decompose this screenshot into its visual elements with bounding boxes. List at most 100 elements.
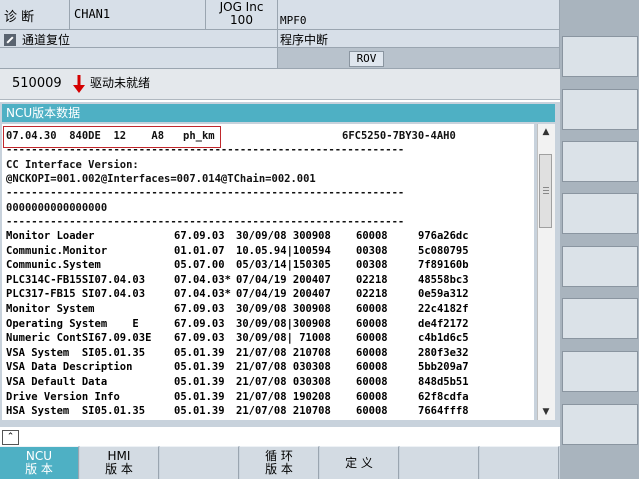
table-cell-hash: 48558bc3: [418, 273, 469, 286]
table-cell-code: 60008: [356, 361, 388, 374]
table-cell-name: Numeric ContSI67.09.03E: [6, 332, 152, 345]
panel-title: NCU版本数据: [2, 104, 555, 122]
table-cell-ver: 05.01.39: [174, 361, 225, 374]
horizontal-softkey-4[interactable]: 循 环版 本: [240, 446, 319, 479]
table-cell-date: 30/09/08| 71008: [236, 332, 331, 345]
version-line: 07.04.30 840DE 12 A8 ph_km: [6, 130, 215, 142]
scroll-thumb[interactable]: [539, 154, 552, 228]
vertical-softkey-5[interactable]: [562, 246, 638, 287]
alarm-text: 驱动未就绪: [90, 76, 151, 90]
table-cell-ver: 05.01.39: [174, 346, 225, 359]
zeros-line: 0000000000000000: [6, 202, 108, 214]
table-cell-name: Communic.Monitor: [6, 244, 108, 257]
table-cell-code: 00308: [356, 244, 388, 257]
channel-name: CHAN1: [70, 0, 206, 30]
table-cell-date: 10.05.94|100594: [236, 244, 331, 257]
horizontal-softkey-2[interactable]: HMI 版 本: [80, 446, 159, 479]
table-cell-hash: 62f8cdfa: [418, 390, 469, 403]
expand-softkeys-icon[interactable]: ⌃: [2, 430, 19, 445]
channel-status: 通道复位: [0, 30, 278, 48]
scroll-up-icon[interactable]: ▲: [539, 125, 553, 139]
vertical-softkey-7[interactable]: [562, 351, 638, 392]
table-cell-name: VSA System SI05.01.35: [6, 346, 146, 359]
table-cell-code: 60008: [356, 405, 388, 418]
cc-interface-line: @NCKOPI=001.002@Interfaces=007.014@TChai…: [6, 173, 316, 185]
vertical-softkey-1[interactable]: [562, 36, 638, 77]
softkey-label-line2: 版 本: [25, 462, 53, 476]
table-cell-hash: 22c4182f: [418, 303, 469, 315]
version-content[interactable]: 07.04.30 840DE 12 A8 ph_km 6FC5250-7BY30…: [2, 124, 534, 420]
table-cell-hash: 5bb209a7: [418, 361, 469, 374]
version-panel: NCU版本数据 07.04.30 840DE 12 A8 ph_km 6FC52…: [0, 102, 560, 427]
program-status: 程序中断: [278, 30, 560, 48]
table-cell-date: 30/09/08|300908: [236, 317, 331, 330]
table-cell-code: 60008: [356, 230, 388, 242]
table-cell-hash: 5c080795: [418, 244, 469, 257]
override-bar: [278, 48, 560, 68]
table-cell-name: Monitor System: [6, 303, 95, 315]
table-cell-ver: 05.01.39: [174, 390, 225, 403]
table-cell-name: PLC317-FB15 SI07.04.03: [6, 288, 146, 301]
horizontal-softkey-3[interactable]: [160, 446, 239, 479]
table-cell-ver: 01.01.07: [174, 244, 225, 257]
table-cell-hash: 976a26dc: [418, 230, 469, 242]
table-cell-ver: 07.04.03*: [174, 288, 231, 301]
table-cell-ver: 67.09.03: [174, 317, 225, 330]
table-cell-date: 21/07/08 030308: [236, 376, 331, 388]
table-cell-ver: 05.07.00: [174, 259, 225, 272]
table-cell-hash: 848d5b51: [418, 376, 469, 388]
table-cell-code: 60008: [356, 317, 388, 330]
table-cell-date: 07/04/19 200407: [236, 288, 331, 301]
table-cell-code: 60008: [356, 303, 388, 315]
separator: ----------------------------------------…: [6, 216, 405, 228]
table-cell-ver: 05.01.39: [174, 405, 225, 418]
table-cell-code: 02218: [356, 273, 388, 286]
table-cell-hash: c4b1d6c5: [418, 332, 469, 345]
alarm-line[interactable]: 510009 驱动未就绪: [0, 69, 560, 100]
vertical-softkey-6[interactable]: [562, 298, 638, 339]
table-cell-hash: de4f2172: [418, 317, 469, 330]
table-cell-name: HSA System SI05.01.35: [6, 405, 146, 418]
table-cell-code: 60008: [356, 346, 388, 359]
table-cell-code: 60008: [356, 332, 388, 345]
table-cell-name: Monitor Loader: [6, 230, 95, 242]
horizontal-softkey-7[interactable]: [480, 446, 559, 479]
table-cell-code: 02218: [356, 288, 388, 301]
separator: ----------------------------------------…: [6, 144, 405, 156]
table-cell-ver: 05.01.39: [174, 376, 225, 388]
horizontal-softkey-1[interactable]: NCU 版 本: [0, 446, 79, 479]
horizontal-softkeys: NCU 版 本 HMI 版 本 循 环版 本 定 义: [0, 446, 560, 479]
table-cell-ver: 67.09.03: [174, 230, 225, 242]
horizontal-softkey-5[interactable]: 定 义: [320, 446, 399, 479]
table-cell-name: Communic.System: [6, 259, 101, 272]
vertical-softkey-4[interactable]: [562, 193, 638, 234]
table-cell-date: 05/03/14|150305: [236, 259, 331, 272]
scroll-down-icon[interactable]: ▼: [539, 405, 553, 419]
table-cell-ver: 07.04.03*: [174, 273, 231, 286]
rov-indicator: ROV: [349, 51, 384, 67]
table-cell-hash: 7664fff8: [418, 405, 469, 418]
cc-interface-title: CC Interface Version:: [6, 159, 139, 171]
table-cell-ver: 67.09.03: [174, 303, 225, 315]
jog-increment: 100: [230, 13, 253, 27]
vertical-softkey-8[interactable]: [562, 404, 638, 445]
table-cell-hash: 280f3e32: [418, 346, 469, 359]
alarm-number: 510009: [12, 76, 62, 91]
horizontal-softkey-6[interactable]: [400, 446, 479, 479]
table-cell-code: 00308: [356, 259, 388, 272]
table-cell-name: Drive Version Info: [6, 390, 120, 403]
order-number: 6FC5250-7BY30-4AH0: [342, 130, 456, 142]
table-cell-date: 21/07/08 210708: [236, 346, 331, 359]
vertical-softkey-3[interactable]: [562, 141, 638, 182]
vertical-softkey-2[interactable]: [562, 89, 638, 130]
table-cell-date: 21/07/08 210708: [236, 405, 331, 418]
channel-status-text: 通道复位: [22, 33, 71, 47]
table-cell-date: 07/04/19 200407: [236, 273, 331, 286]
softkey-label-line2: 版 本: [265, 462, 293, 476]
table-cell-hash: 0e59a312: [418, 288, 469, 301]
program-name: MPF0: [278, 0, 560, 30]
softkey-label-line2: 版 本: [105, 462, 133, 476]
table-cell-date: 30/09/08 300908: [236, 230, 331, 242]
table-cell-hash: 7f89160b: [418, 259, 469, 272]
vertical-scrollbar[interactable]: ▲ ▼: [537, 124, 555, 420]
